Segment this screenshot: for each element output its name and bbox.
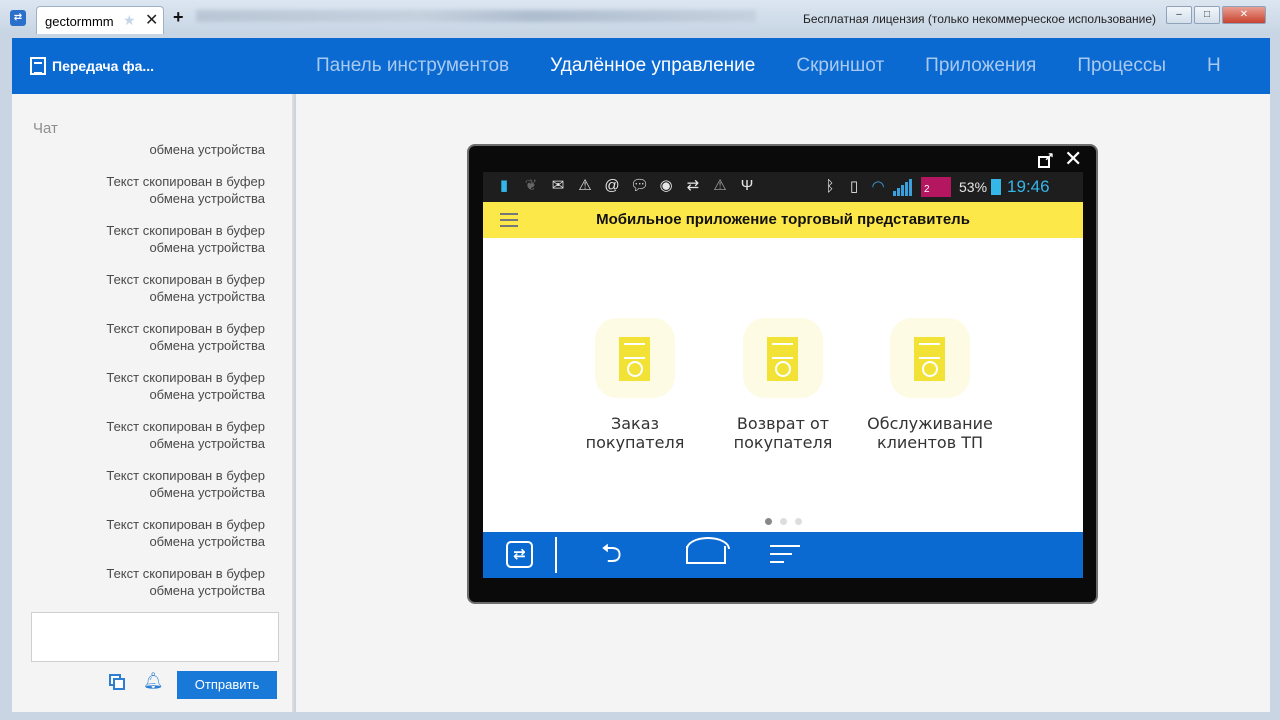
- divider: [555, 537, 557, 573]
- remote-view: ↗ ✕ ▮ ❦ ✉ ⚠ @ 💬︎ ◉ ⇄ ⚠ Ψ ᛒ ▯ ◠ 2 53% 19:…: [296, 94, 1270, 712]
- teamviewer-icon[interactable]: [506, 541, 533, 568]
- vibrate-icon: ▯: [849, 178, 859, 195]
- main-nav: Панель инструментов Удалённое управление…: [316, 55, 1262, 77]
- close-device-icon[interactable]: ✕: [1064, 148, 1082, 170]
- blurred-window-title: [196, 10, 756, 22]
- window-titlebar: ⇄ gectormmm ★ ✕ + Бесплатная лицензия (т…: [0, 0, 1280, 36]
- tile-label: Обслуживание клиентов ТП: [867, 414, 993, 452]
- teamviewer-logo-icon: ⇄: [10, 10, 26, 26]
- document-icon: [595, 318, 675, 398]
- teamviewer-icon: ⇄: [686, 177, 700, 194]
- minimize-button[interactable]: –: [1166, 6, 1192, 24]
- chat-message: Текст скопирован в буфер обмена устройств…: [106, 272, 265, 304]
- device-frame: ↗ ✕ ▮ ❦ ✉ ⚠ @ 💬︎ ◉ ⇄ ⚠ Ψ ᛒ ▯ ◠ 2 53% 19:…: [467, 144, 1098, 604]
- chat-message: Текст скопирован в буфер обмена устройств…: [106, 370, 265, 402]
- chat-message: Текст скопирован в буфер обмена устройств…: [106, 223, 265, 255]
- file-transfer-icon: [30, 57, 46, 75]
- warning-icon: ⚠: [713, 177, 727, 194]
- file-transfer-button[interactable]: Передача фа...: [30, 57, 154, 75]
- app-header: Передача фа... Панель инструментов Удалё…: [12, 38, 1270, 94]
- chat-message: Текст скопирован в буфер обмена устройств…: [106, 468, 265, 500]
- clock: 19:46: [1007, 177, 1050, 196]
- app-toolbar: Мобильное приложение торговый представит…: [483, 202, 1083, 238]
- signal-icon: [893, 178, 913, 196]
- battery-saver-icon: ▮: [499, 177, 509, 194]
- bluetooth-icon: ᛒ: [825, 178, 835, 195]
- session-tab[interactable]: gectormmm ★ ✕: [36, 6, 164, 34]
- chat-message: обмена устройства: [149, 142, 265, 157]
- battery-percent: 53%: [959, 179, 988, 195]
- home-icon[interactable]: [686, 537, 730, 564]
- chat-input[interactable]: [31, 612, 279, 662]
- chat-bubble-icon: 💬︎: [630, 177, 650, 194]
- tile-label: Возврат от покупателя: [733, 414, 833, 452]
- chat-message: Текст скопирован в буфер обмена устройств…: [106, 174, 265, 206]
- close-window-button[interactable]: ✕: [1222, 6, 1266, 24]
- tile-label: Заказ покупателя: [585, 414, 685, 452]
- app-title: Мобильное приложение торговый представит…: [596, 211, 970, 228]
- chat-title: Чат: [33, 120, 58, 137]
- document-icon: [890, 318, 970, 398]
- page-dot: [780, 518, 787, 525]
- wifi-icon: ◠: [871, 178, 885, 195]
- tile-customer-order[interactable]: Заказ покупателя: [565, 318, 705, 452]
- document-icon: [743, 318, 823, 398]
- app-tiles: Заказ покупателя Возврат от покупателя Обс…: [483, 238, 1083, 532]
- android-status-bar: ▮ ❦ ✉ ⚠ @ 💬︎ ◉ ⇄ ⚠ Ψ ᛒ ▯ ◠ 2 53% 19:46: [483, 172, 1083, 202]
- at-icon: @: [604, 177, 620, 194]
- tab-processes[interactable]: Процессы: [1077, 55, 1166, 77]
- menu-icon[interactable]: [770, 545, 800, 569]
- chat-messages[interactable]: обмена устройства Текст скопирован в буф…: [32, 141, 265, 614]
- alarm-icon[interactable]: 🔔︎: [143, 673, 163, 691]
- tile-customer-return[interactable]: Возврат от покупателя: [713, 318, 853, 452]
- page-indicator: [765, 518, 810, 525]
- send-files-icon[interactable]: [108, 673, 126, 691]
- tab-more[interactable]: Н: [1207, 55, 1221, 77]
- new-tab-icon[interactable]: +: [173, 8, 184, 26]
- tab-label: gectormmm: [45, 14, 114, 29]
- chat-message: Текст скопирован в буфер обмена устройств…: [106, 566, 265, 598]
- tab-apps[interactable]: Приложения: [925, 55, 1036, 77]
- star-icon[interactable]: ★: [123, 12, 136, 29]
- tab-dashboard[interactable]: Панель инструментов: [316, 55, 509, 77]
- tab-screenshot[interactable]: Скриншот: [796, 55, 884, 77]
- chat-message: Текст скопирован в буфер обмена устройств…: [106, 321, 265, 353]
- sim-badge: 2: [921, 177, 951, 197]
- android-nav-bar: ⮌: [483, 532, 1083, 578]
- file-transfer-label: Передача фа...: [52, 58, 155, 74]
- device-screen[interactable]: ▮ ❦ ✉ ⚠ @ 💬︎ ◉ ⇄ ⚠ Ψ ᛒ ▯ ◠ 2 53% 19:46 М…: [483, 172, 1083, 578]
- back-icon[interactable]: ⮌: [601, 539, 622, 567]
- maximize-button[interactable]: □: [1194, 6, 1220, 24]
- sms-icon: ✉: [551, 177, 565, 194]
- tile-client-service[interactable]: Обслуживание клиентов ТП: [860, 318, 1000, 452]
- send-button[interactable]: Отправить: [177, 671, 277, 699]
- chat-message: Текст скопирован в буфер обмена устройств…: [106, 419, 265, 451]
- leaf-icon: ❦: [524, 177, 538, 194]
- eye-icon: ◉: [659, 177, 673, 194]
- close-tab-icon[interactable]: ✕: [145, 10, 158, 30]
- page-dot: [795, 518, 802, 525]
- usb-icon: Ψ: [740, 177, 754, 194]
- battery-icon: [991, 179, 1002, 195]
- popout-icon[interactable]: ↗: [1038, 150, 1054, 169]
- chat-message: Текст скопирован в буфер обмена устройств…: [106, 517, 265, 549]
- page-dot: [765, 518, 772, 525]
- tab-remote-control[interactable]: Удалённое управление: [550, 55, 755, 77]
- chat-panel: Чат обмена устройства Текст скопирован в…: [12, 94, 294, 712]
- warning-icon: ⚠: [578, 177, 592, 194]
- license-text: Бесплатная лицензия (только некоммерческ…: [803, 12, 1157, 26]
